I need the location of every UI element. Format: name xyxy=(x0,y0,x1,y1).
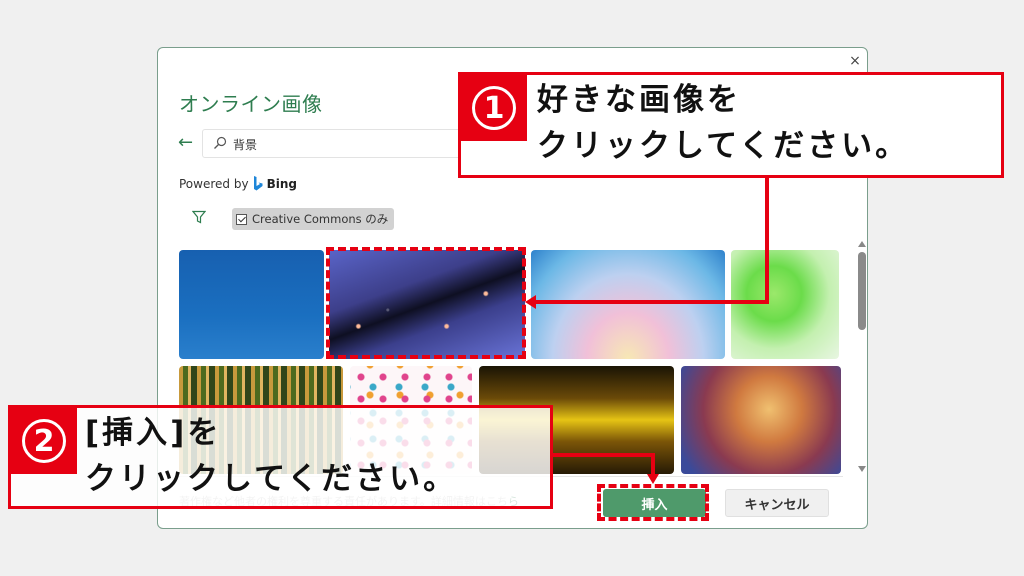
step-1-badge: 1 xyxy=(461,75,527,141)
checkbox-checked-icon[interactable] xyxy=(236,213,247,225)
callout-2-connector-vertical xyxy=(651,453,655,475)
scroll-up-arrow-icon[interactable] xyxy=(858,241,866,247)
powered-by-label: Powered by xyxy=(179,176,249,191)
dialog-title: オンライン画像 xyxy=(179,92,323,116)
step-2-badge: 2 xyxy=(11,408,77,474)
scrollbar-thumb[interactable] xyxy=(858,252,866,330)
image-thumbnail-blue-sky[interactable] xyxy=(179,250,324,359)
callout-1-arrowhead-icon xyxy=(525,295,536,309)
callout-1-connector-horizontal xyxy=(534,300,769,304)
callout-1-line1: 好きな画像を xyxy=(537,82,741,118)
callout-2-arrowhead-icon xyxy=(647,474,659,484)
search-icon xyxy=(214,136,227,149)
image-thumbnail-pastel-watercolor[interactable] xyxy=(531,250,725,359)
callout-1-text: 好きな画像を クリックしてください。 xyxy=(537,77,909,169)
selected-image-highlight xyxy=(326,247,526,359)
cancel-button[interactable]: キャンセル xyxy=(725,489,829,517)
image-thumbnail-colorful-texture[interactable] xyxy=(681,366,841,474)
bing-logo-icon xyxy=(253,176,263,191)
scroll-down-arrow-icon[interactable] xyxy=(858,466,866,472)
bing-brand: Bing xyxy=(266,176,297,191)
callout-2-line2: クリックしてください。 xyxy=(85,461,458,497)
insert-button-highlight xyxy=(597,484,709,521)
image-thumbnail-green-watercolor[interactable] xyxy=(731,250,839,359)
callout-2-text: [挿入]を クリックしてください。 xyxy=(85,410,457,502)
callout-1-connector-vertical xyxy=(765,177,769,304)
back-arrow-icon[interactable]: ← xyxy=(178,132,193,153)
filter-icon[interactable] xyxy=(192,210,206,224)
creative-commons-filter[interactable]: Creative Commons のみ xyxy=(232,208,395,230)
callout-1-line2: クリックしてください。 xyxy=(537,128,910,164)
step-1-number: 1 xyxy=(472,86,516,130)
callout-2-connector-horizontal xyxy=(552,453,655,457)
callout-2-line1: [挿入]を xyxy=(85,415,222,451)
callout-step-1: 1 好きな画像を クリックしてください。 xyxy=(458,72,1004,178)
step-2-number: 2 xyxy=(22,419,66,463)
creative-commons-label: Creative Commons のみ xyxy=(252,212,389,226)
powered-by-bing: Powered by Bing xyxy=(179,176,297,191)
callout-step-2: 2 [挿入]を クリックしてください。 xyxy=(8,405,553,509)
close-button[interactable]: × xyxy=(846,52,864,70)
